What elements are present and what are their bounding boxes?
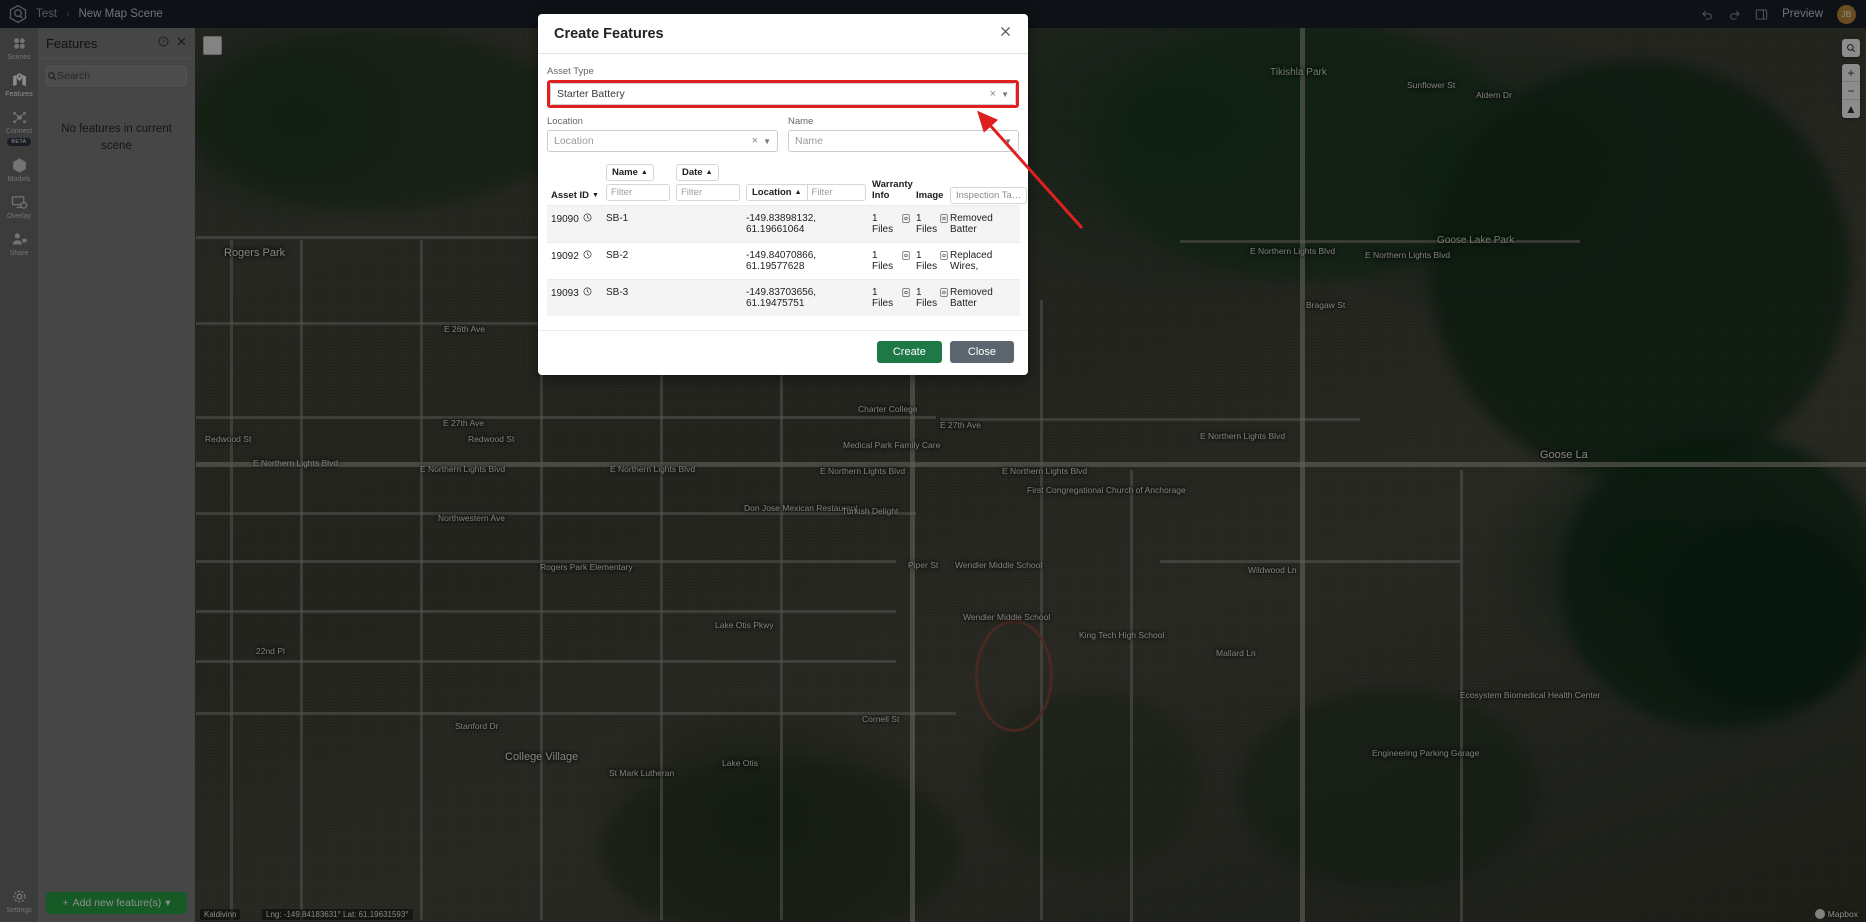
cell-warranty: 1 Files: [868, 279, 912, 316]
dialog-body: Asset Type Starter Battery × ▼ Location …: [538, 54, 1028, 322]
file-icon[interactable]: [902, 287, 910, 300]
asset-type-highlight: Starter Battery × ▼: [547, 80, 1019, 108]
col-location-label: Location: [752, 187, 792, 198]
name-field: Name Name ▼: [788, 116, 1019, 152]
table-row[interactable]: 19090 SB-1 -149.83898132, 61.19661064 1 Fil…: [547, 205, 1020, 243]
cell-date: [672, 279, 742, 316]
file-icon[interactable]: [940, 250, 948, 263]
close-button[interactable]: Close: [949, 341, 1014, 363]
table-body: 19090 SB-1 -149.83898132, 61.19661064 1 Fil…: [547, 205, 1020, 316]
sort-asc-icon: ▲: [794, 189, 802, 196]
clock-icon[interactable]: [583, 213, 592, 225]
cell-asset-id: 19092: [547, 242, 602, 280]
cell-warranty: 1 Files: [868, 205, 912, 243]
cell-asset-id: 19090: [547, 205, 602, 243]
name-filter-input[interactable]: [606, 184, 670, 201]
clear-x-icon[interactable]: ×: [985, 88, 1001, 100]
col-inspection-table[interactable]: Inspection Ta…: [946, 164, 1028, 206]
cell-location: -149.84070866, 61.19577628: [742, 242, 868, 280]
chevron-down-icon[interactable]: ▼: [763, 137, 771, 146]
app-root: Tikishla Park Rogers Park College Village G…: [0, 0, 1866, 922]
col-name-label: Name: [612, 167, 638, 178]
dialog-header: Create Features: [538, 14, 1028, 54]
asset-type-select[interactable]: Starter Battery × ▼: [550, 83, 1016, 105]
date-filter-input[interactable]: [676, 184, 740, 201]
cell-inspection: Removed Batter: [946, 279, 1020, 316]
chevron-down-icon[interactable]: ▼: [1001, 90, 1009, 99]
dialog-close-icon[interactable]: [999, 25, 1012, 42]
sort-desc-icon[interactable]: ▼: [592, 192, 599, 199]
asset-type-label: Asset Type: [547, 66, 594, 77]
col-name: Name ▲: [602, 164, 672, 206]
clear-x-icon[interactable]: ×: [747, 135, 763, 147]
col-date: Date ▲: [672, 164, 742, 206]
cell-name: SB-3: [602, 279, 672, 316]
cell-image: 1 Files: [912, 242, 948, 280]
location-name-row: Location Location × ▼ Name Name ▼: [547, 116, 1019, 152]
file-icon[interactable]: [902, 213, 910, 226]
asset-type-value: Starter Battery: [557, 88, 625, 100]
cell-inspection: Removed Batter: [946, 205, 1020, 243]
cell-location: -149.83898132, 61.19661064: [742, 205, 868, 243]
col-location: Location ▲: [742, 164, 868, 206]
col-date-sort-button[interactable]: Date ▲: [676, 164, 719, 181]
name-select[interactable]: Name ▼: [788, 130, 1019, 152]
col-asset-id[interactable]: Asset ID ▼: [547, 164, 602, 206]
cell-name: SB-1: [602, 205, 672, 243]
file-icon[interactable]: [940, 287, 948, 300]
dialog-footer: Create Close: [538, 330, 1028, 375]
cell-warranty: 1 Files: [868, 242, 912, 280]
create-features-dialog: Create Features Asset Type Starter Batte…: [538, 14, 1028, 375]
table-header-row: Asset ID ▼ Name ▲ Filter Date ▲ Filter L…: [547, 164, 1028, 206]
name-placeholder: Name: [795, 135, 824, 147]
cell-image: 1 Files: [912, 205, 948, 243]
features-table: Asset ID ▼ Name ▲ Filter Date ▲ Filter L…: [547, 164, 1028, 316]
location-filter-input[interactable]: [806, 184, 866, 201]
name-label: Name: [788, 116, 814, 127]
file-icon[interactable]: [940, 213, 948, 226]
chevron-down-icon[interactable]: ▼: [1004, 137, 1012, 146]
cell-name: SB-2: [602, 242, 672, 280]
sort-asc-icon: ▲: [640, 169, 648, 176]
cell-inspection: Replaced Wires,: [946, 242, 1020, 280]
cell-date: [672, 242, 742, 280]
dialog-title: Create Features: [554, 25, 664, 42]
clock-icon[interactable]: [583, 287, 592, 299]
sort-asc-icon: ▲: [705, 169, 713, 176]
file-icon[interactable]: [902, 250, 910, 263]
col-warranty-info-label: Warranty Info: [872, 179, 913, 201]
cell-date: [672, 205, 742, 243]
col-image[interactable]: Image: [912, 164, 946, 206]
asset-type-field: Asset Type Starter Battery × ▼: [547, 66, 1019, 108]
col-warranty-info[interactable]: Warranty Info: [868, 164, 913, 206]
clock-icon[interactable]: [583, 250, 592, 262]
col-date-label: Date: [682, 167, 703, 178]
cell-image: 1 Files: [912, 279, 948, 316]
table-row[interactable]: 19093 SB-3 -149.83703656, 61.19475751 1 Fil…: [547, 279, 1020, 316]
create-button[interactable]: Create: [876, 341, 942, 363]
col-name-sort-button[interactable]: Name ▲: [606, 164, 654, 181]
cell-location: -149.83703656, 61.19475751: [742, 279, 868, 316]
location-select[interactable]: Location × ▼: [547, 130, 778, 152]
table-row[interactable]: 19092 SB-2 -149.84070866, 61.19577628 1 Fil…: [547, 242, 1020, 280]
col-asset-id-label: Asset ID: [551, 190, 590, 201]
location-placeholder: Location: [554, 135, 594, 147]
cell-asset-id: 19093: [547, 279, 602, 316]
col-image-label: Image: [916, 190, 944, 201]
location-label: Location: [547, 116, 583, 127]
col-location-sort-button[interactable]: Location ▲: [746, 184, 807, 201]
col-inspection-label: Inspection Ta…: [950, 187, 1028, 204]
location-field: Location Location × ▼: [547, 116, 778, 152]
